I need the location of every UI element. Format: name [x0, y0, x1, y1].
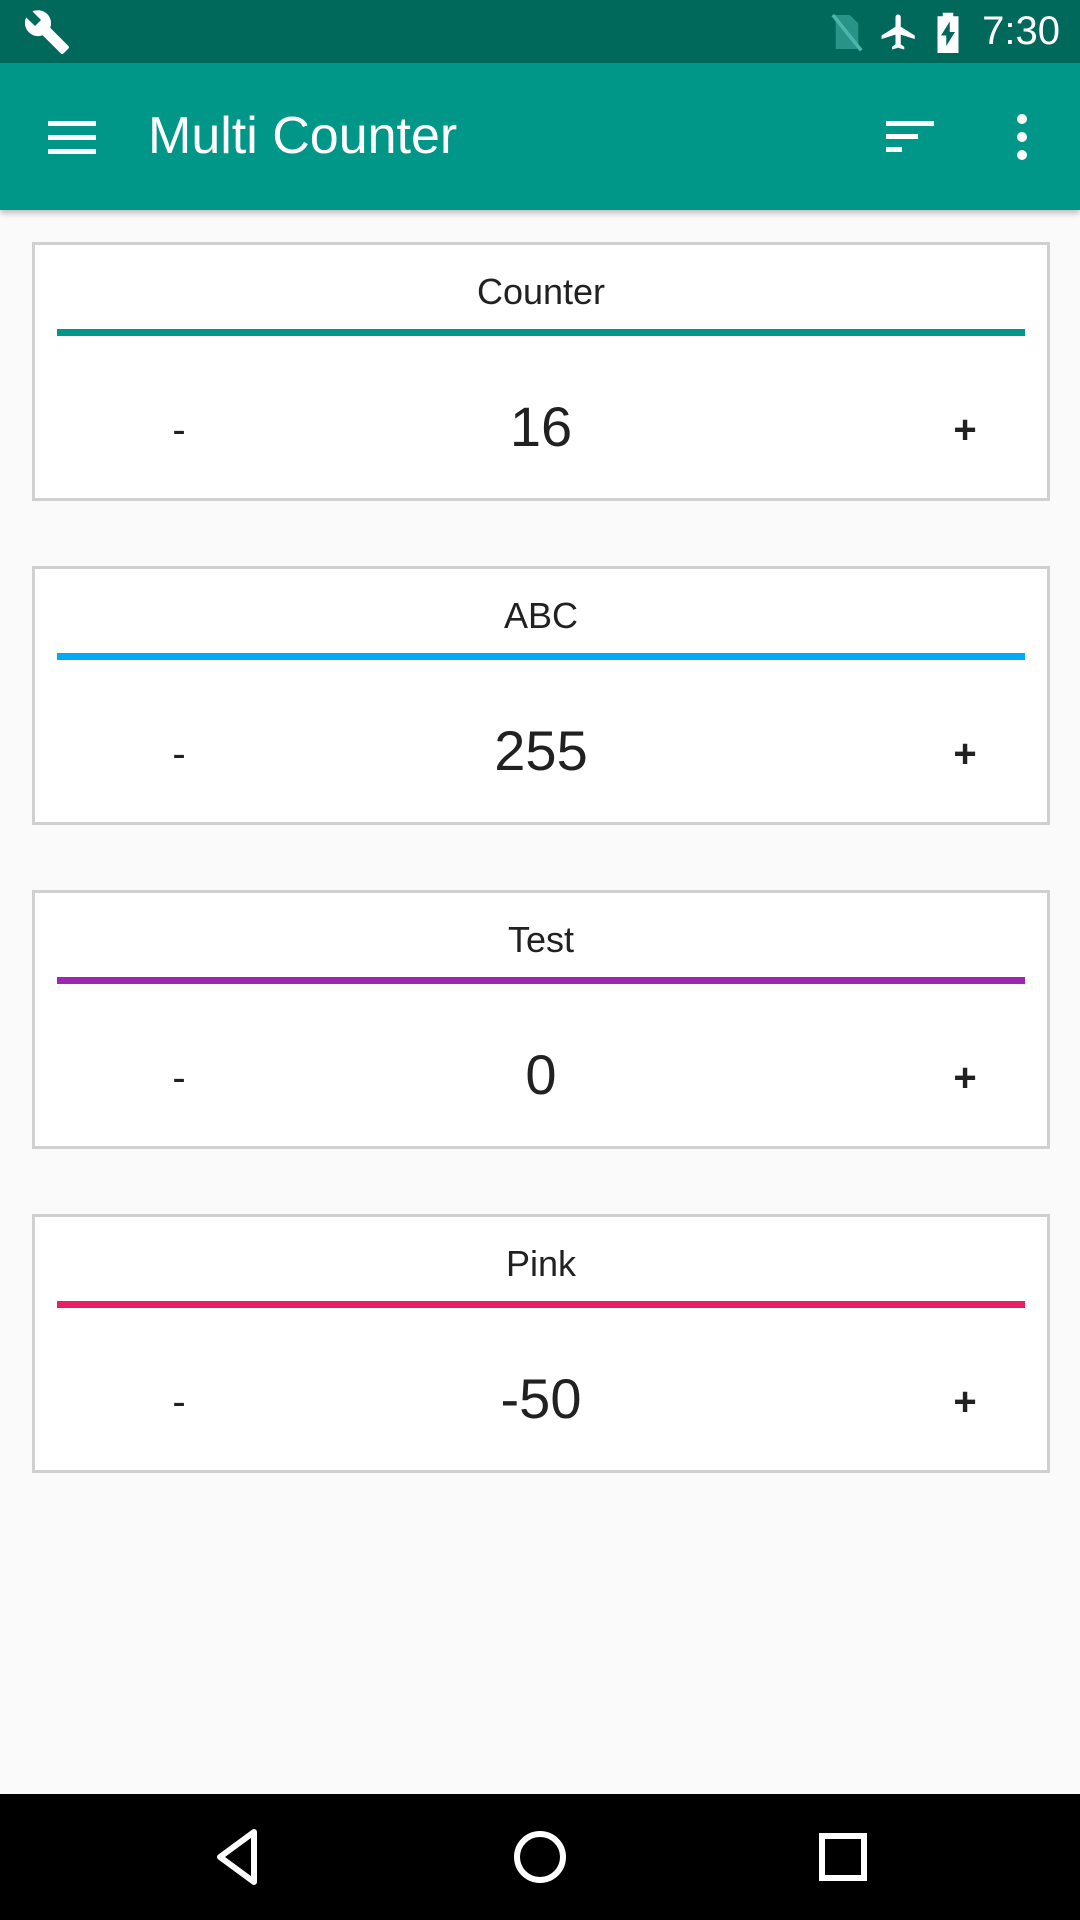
- status-time: 7:30: [982, 9, 1060, 53]
- app-bar: Multi Counter: [0, 63, 1080, 210]
- counter-name[interactable]: Pink: [35, 1243, 1047, 1285]
- home-icon[interactable]: [505, 1822, 575, 1892]
- counter-name[interactable]: Test: [35, 919, 1047, 961]
- status-bar: 7:30: [0, 0, 1080, 63]
- recents-icon[interactable]: [808, 1822, 878, 1892]
- increment-button[interactable]: +: [905, 1043, 1025, 1113]
- more-vert-icon[interactable]: [1002, 107, 1042, 167]
- menu-icon[interactable]: [40, 107, 104, 167]
- counter-color-bar: [57, 977, 1025, 984]
- counter-color-bar: [57, 1301, 1025, 1308]
- increment-button[interactable]: +: [905, 395, 1025, 465]
- counter-name[interactable]: ABC: [35, 595, 1047, 637]
- counter-value: 16: [509, 395, 573, 458]
- navigation-bar: [0, 1794, 1080, 1920]
- sort-icon[interactable]: [882, 113, 940, 161]
- battery-charging-icon: [937, 12, 959, 53]
- counter-card: ABC - 255 +: [32, 566, 1050, 825]
- counter-list: Counter - 16 + ABC - 255 + Test - 0 + Pi…: [32, 242, 1050, 1538]
- app-title: Multi Counter: [148, 107, 458, 165]
- no-sim-icon: [831, 13, 863, 52]
- wrench-icon: [24, 10, 69, 54]
- counter-color-bar: [57, 329, 1025, 336]
- counter-value: -50: [500, 1367, 582, 1430]
- counter-color-bar: [57, 653, 1025, 660]
- counter-card: Counter - 16 +: [32, 242, 1050, 501]
- counter-value: 0: [525, 1043, 557, 1106]
- increment-button[interactable]: +: [905, 719, 1025, 789]
- airplane-icon: [881, 14, 915, 49]
- increment-button[interactable]: +: [905, 1367, 1025, 1437]
- counter-value: 255: [494, 719, 588, 782]
- counter-name[interactable]: Counter: [35, 271, 1047, 313]
- counter-card: Test - 0 +: [32, 890, 1050, 1149]
- back-icon[interactable]: [202, 1822, 272, 1892]
- counter-card: Pink - -50 +: [32, 1214, 1050, 1473]
